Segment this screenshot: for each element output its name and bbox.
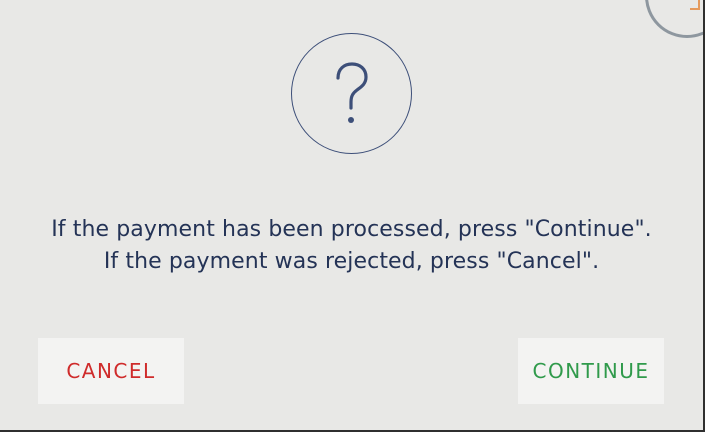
cancel-button[interactable]: CANCEL	[38, 338, 184, 404]
question-icon	[291, 33, 412, 154]
corner-mark-decoration	[690, 0, 700, 10]
message-line-1: If the payment has been processed, press…	[51, 217, 652, 242]
question-mark-glyph	[335, 61, 368, 123]
message-line-2: If the payment was rejected, press "Canc…	[103, 249, 600, 274]
continue-button[interactable]: CONTINUE	[518, 338, 664, 404]
payment-confirmation-dialog: If the payment has been processed, press…	[0, 0, 705, 432]
dialog-message: If the payment has been processed, press…	[0, 214, 703, 278]
